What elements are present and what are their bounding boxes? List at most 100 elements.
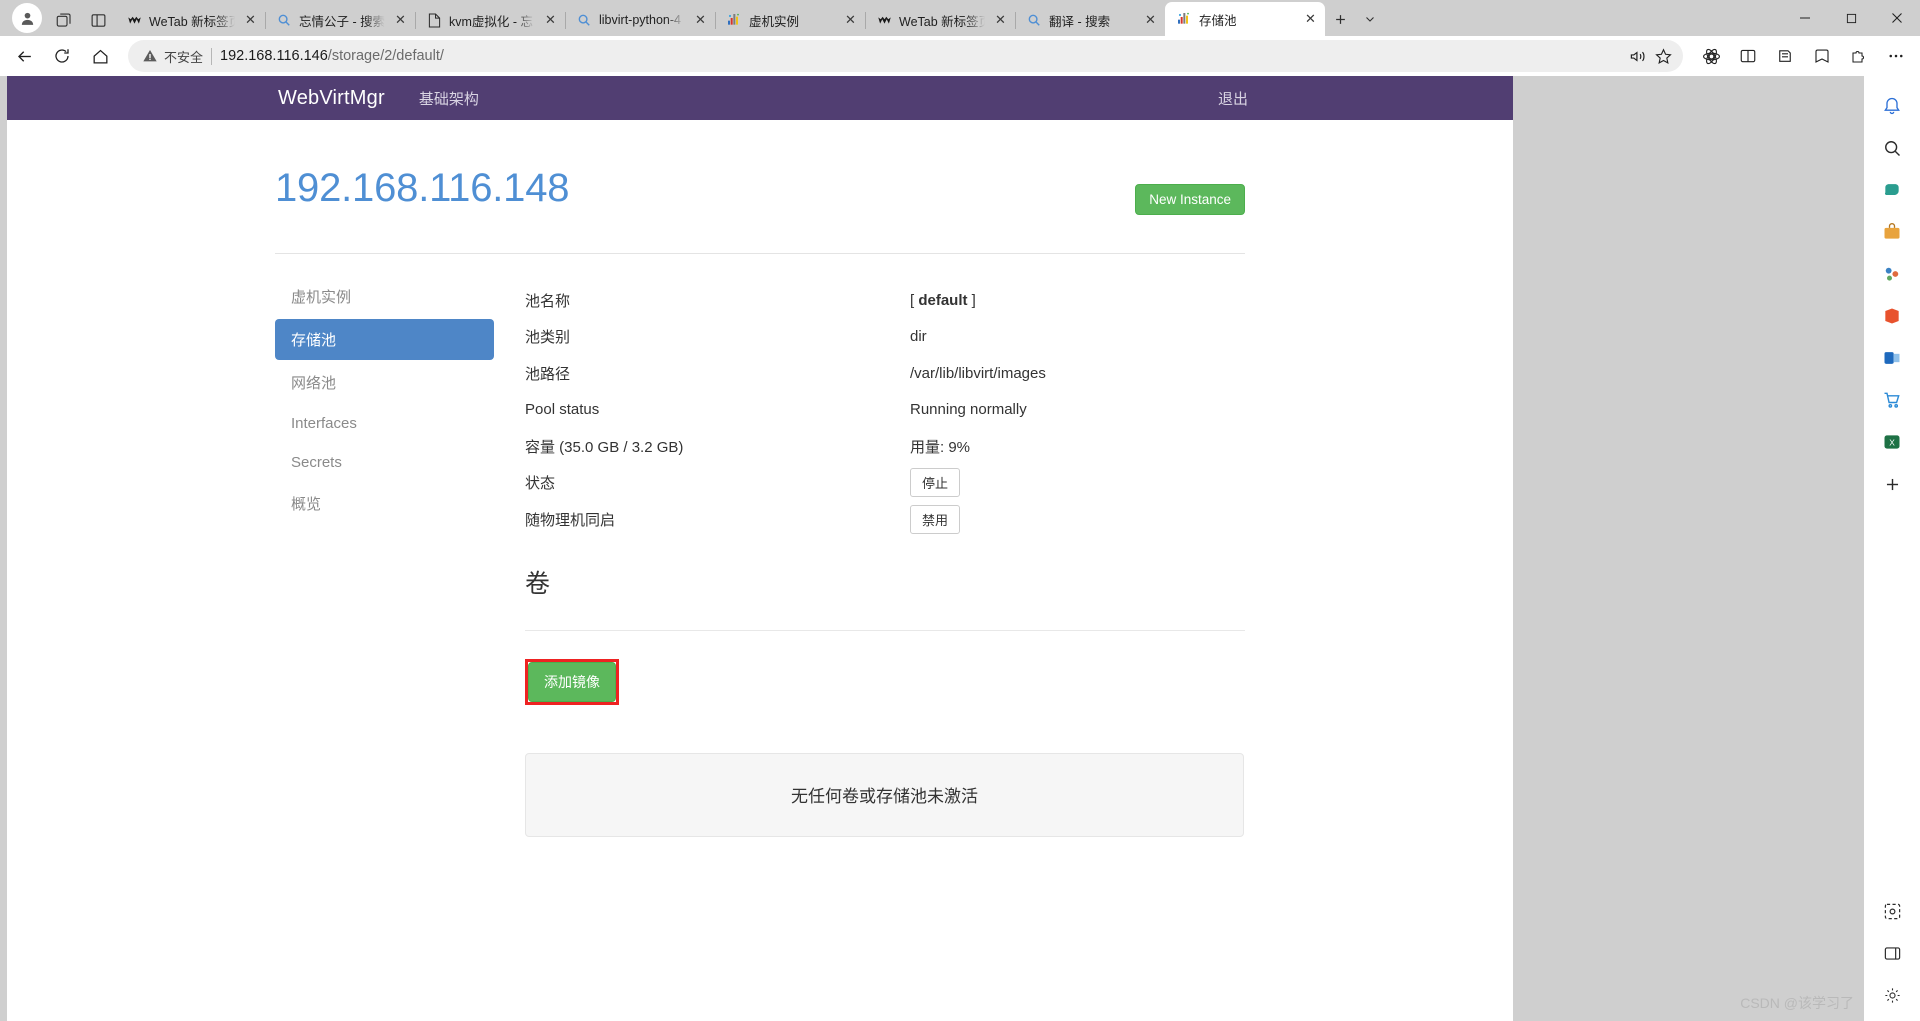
host-header: 192.168.116.148 New Instance bbox=[275, 166, 1245, 215]
nav-link-infrastructure[interactable]: 基础架构 bbox=[419, 88, 479, 109]
detail-label: Pool status bbox=[525, 401, 600, 419]
edge-sidebar: X bbox=[1864, 76, 1920, 1021]
sidebar-item-概览[interactable]: 概览 bbox=[275, 483, 494, 524]
home-icon[interactable] bbox=[82, 40, 118, 72]
maximize-button[interactable] bbox=[1828, 0, 1874, 36]
split-screen-icon[interactable] bbox=[81, 4, 115, 36]
tab-close-icon[interactable]: ✕ bbox=[692, 12, 709, 29]
tab-title: 虚机实例 bbox=[749, 14, 800, 29]
split-screen-toolbar-icon[interactable] bbox=[1730, 40, 1766, 72]
page-title: 192.168.116.148 bbox=[275, 166, 570, 210]
screenshot-icon[interactable] bbox=[1872, 891, 1912, 931]
read-aloud-icon[interactable] bbox=[1629, 47, 1648, 66]
browser-tab[interactable]: WeTab 新标签页 ✕ bbox=[865, 4, 1016, 36]
sidebar-item-label: 存储池 bbox=[291, 332, 337, 349]
add-image-highlight: 添加镜像 bbox=[525, 658, 619, 705]
close-window-button[interactable] bbox=[1874, 0, 1920, 36]
back-arrow-icon[interactable] bbox=[6, 40, 42, 72]
watermark-text: CSDN @该学习了 bbox=[1740, 995, 1854, 1011]
detail-label: 池路径 bbox=[525, 365, 571, 383]
svg-text:X: X bbox=[1889, 437, 1895, 447]
extensions-icon[interactable] bbox=[1841, 40, 1877, 72]
browser-tab[interactable]: 翻译 - 搜索 ✕ bbox=[1015, 4, 1165, 36]
volumes-section: 卷 添加镜像 无任何卷或存储池未激活 bbox=[275, 538, 1245, 837]
empty-volumes-message: 无任何卷或存储池未激活 bbox=[791, 787, 978, 806]
page-content: 192.168.116.148 New Instance 虚机实例存储池网络池 I… bbox=[7, 120, 1513, 837]
browser-tab[interactable]: WeTab 新标签页 ✕ bbox=[115, 4, 266, 36]
copilot-icon[interactable] bbox=[1872, 170, 1912, 210]
tab-title: 存储池 bbox=[1199, 13, 1237, 28]
sidebar-item-label: Interfaces bbox=[291, 415, 357, 432]
pool-action-button[interactable]: 停止 bbox=[910, 468, 961, 498]
excel-icon[interactable]: X bbox=[1872, 422, 1912, 462]
new-instance-button[interactable]: New Instance bbox=[1135, 184, 1245, 215]
detail-label: 池类别 bbox=[525, 329, 571, 347]
sidebar-item-网络池[interactable]: 网络池 bbox=[275, 362, 494, 403]
search-icon bbox=[1026, 12, 1042, 28]
toggle-sidebar-icon[interactable] bbox=[1872, 933, 1912, 973]
tab-close-icon[interactable]: ✕ bbox=[842, 12, 859, 29]
detail-row: Pool status Running normally bbox=[525, 392, 1245, 429]
security-label: 不安全 bbox=[164, 49, 204, 65]
tab-close-icon[interactable]: ✕ bbox=[542, 12, 559, 29]
url-text[interactable]: 192.168.116.146/storage/2/default/ bbox=[220, 48, 1621, 64]
browser-tab[interactable]: 忘情公子 - 搜索 ✕ bbox=[265, 4, 416, 36]
omnibox-divider bbox=[211, 47, 213, 65]
tab-title: 忘情公子 - 搜索 bbox=[299, 14, 385, 29]
app-nav-links: 基础架构 bbox=[419, 88, 479, 109]
tab-title: WeTab 新标签页 bbox=[899, 14, 985, 29]
outlook-icon[interactable] bbox=[1872, 338, 1912, 378]
sidebar-item-label: 网络池 bbox=[291, 375, 337, 392]
address-bar[interactable]: 不安全 192.168.116.146/storage/2/default/ bbox=[128, 40, 1683, 72]
tab-close-icon[interactable]: ✕ bbox=[1142, 12, 1159, 29]
sidebar-search-icon[interactable] bbox=[1872, 128, 1912, 168]
url-path: /storage/2/default/ bbox=[327, 48, 444, 64]
browser-tab[interactable]: 虚机实例 ✕ bbox=[715, 4, 866, 36]
tab-close-icon[interactable]: ✕ bbox=[992, 12, 1009, 29]
sidebar-settings-gear-icon[interactable] bbox=[1872, 975, 1912, 1015]
logout-link[interactable]: 退出 bbox=[1218, 88, 1248, 109]
shopping-cart-icon[interactable] bbox=[1872, 380, 1912, 420]
more-options-icon[interactable] bbox=[1878, 40, 1914, 72]
tab-close-icon[interactable]: ✕ bbox=[392, 12, 409, 29]
new-tab-button[interactable] bbox=[1325, 4, 1355, 34]
collections-icon[interactable] bbox=[1767, 40, 1803, 72]
tab-close-icon[interactable]: ✕ bbox=[1302, 11, 1319, 28]
browser-essentials-icon[interactable] bbox=[1693, 40, 1729, 72]
url-host: 192.168.116.146 bbox=[220, 48, 328, 64]
pool-action-button[interactable]: 禁用 bbox=[910, 504, 961, 534]
webvirtmgr-icon bbox=[1176, 11, 1192, 27]
sidebar-item-label: Secrets bbox=[291, 454, 342, 471]
browser-tab[interactable]: 存储池 ✕ bbox=[1165, 2, 1325, 36]
browser-toolbar: 不安全 192.168.116.146/storage/2/default/ bbox=[0, 36, 1920, 76]
microsoft365-icon[interactable] bbox=[1872, 296, 1912, 336]
app-navbar: WebVirtMgr 基础架构 退出 bbox=[7, 76, 1513, 120]
browser-tab[interactable]: kvm虚拟化 - 忘 ✕ bbox=[415, 4, 566, 36]
sidebar-item-存储池[interactable]: 存储池 bbox=[275, 319, 494, 360]
toolbar-right-group bbox=[1693, 40, 1914, 72]
notifications-bell-icon[interactable] bbox=[1872, 86, 1912, 126]
add-sidebar-app-icon[interactable] bbox=[1872, 464, 1912, 504]
shopping-bag-icon[interactable] bbox=[1872, 212, 1912, 252]
app-brand[interactable]: WebVirtMgr bbox=[278, 87, 385, 110]
favorites-icon[interactable] bbox=[1804, 40, 1840, 72]
games-icon[interactable] bbox=[1872, 254, 1912, 294]
browser-tab[interactable]: libvirt-python-4 ✕ bbox=[565, 4, 716, 36]
minimize-button[interactable] bbox=[1782, 0, 1828, 36]
profile-avatar[interactable] bbox=[12, 3, 42, 33]
sidebar-item-Interfaces[interactable]: Interfaces bbox=[275, 405, 494, 442]
sidebar-item-虚机实例[interactable]: 虚机实例 bbox=[275, 276, 494, 317]
tab-title: 翻译 - 搜索 bbox=[1049, 14, 1111, 29]
warning-icon bbox=[143, 50, 157, 62]
security-status[interactable]: 不安全 bbox=[142, 47, 203, 66]
side-nav: 虚机实例存储池网络池 Interfaces Secrets 概览 bbox=[275, 276, 494, 538]
workspaces-icon[interactable] bbox=[47, 4, 81, 36]
detail-label: 容量 (35.0 GB / 3.2 GB) bbox=[525, 438, 684, 456]
tab-close-icon[interactable]: ✕ bbox=[242, 12, 259, 29]
tab-list-dropdown-icon[interactable] bbox=[1355, 4, 1385, 34]
detail-label: 池名称 bbox=[525, 292, 571, 310]
add-image-button[interactable]: 添加镜像 bbox=[528, 661, 616, 702]
refresh-icon[interactable] bbox=[44, 40, 80, 72]
sidebar-item-Secrets[interactable]: Secrets bbox=[275, 444, 494, 481]
favorite-star-icon[interactable] bbox=[1654, 47, 1673, 66]
